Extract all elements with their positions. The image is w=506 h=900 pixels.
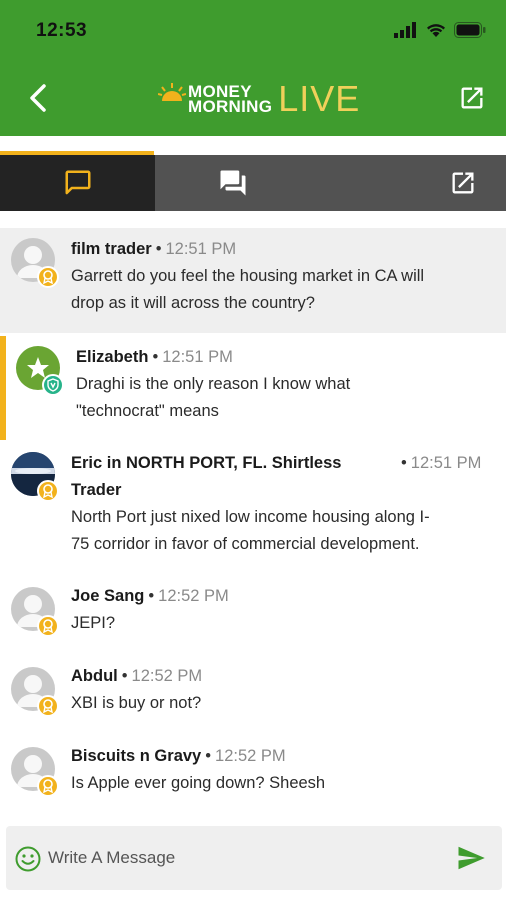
member-badge [37, 775, 59, 797]
open-external-button[interactable] [454, 80, 490, 116]
avatar [11, 747, 59, 797]
separator: • [205, 747, 212, 765]
status-time: 12:53 [36, 20, 88, 41]
avatar [11, 238, 59, 288]
separator: • [148, 587, 155, 605]
chat-feed[interactable]: film trader • 12:51 PM Garrett do you feel… [0, 228, 506, 818]
battery-icon [454, 22, 486, 38]
avatar [16, 346, 64, 396]
sun-logo-icon [158, 83, 186, 101]
message-author[interactable]: Elizabeth [76, 348, 148, 366]
message-author[interactable]: Biscuits n Gravy [71, 747, 201, 765]
moderator-badge [42, 374, 64, 396]
message-text: drop as it will across the country? [71, 294, 315, 312]
message-time: 12:52 PM [158, 587, 229, 605]
chat-message-highlighted: Elizabeth • 12:51 PM Draghi is the only re… [0, 336, 506, 440]
message-input[interactable] [48, 840, 428, 876]
message-text: Is Apple ever going down? Sheesh [71, 774, 326, 792]
tab-qa[interactable] [155, 155, 310, 211]
ribbon-icon [43, 779, 53, 793]
money-morning-live-logo: MONEY MORNING LIVE [158, 75, 360, 123]
ribbon-icon [43, 484, 53, 498]
message-text: Garrett do you feel the housing market i… [71, 267, 425, 285]
message-text: Draghi is the only reason I know what [76, 375, 351, 393]
status-bar: 12:53 [0, 0, 506, 62]
message-text: 75 corridor in favor of commercial devel… [71, 535, 420, 553]
ribbon-icon [43, 619, 53, 633]
avatar [11, 452, 59, 502]
logo-live: LIVE [278, 78, 361, 119]
avatar [11, 587, 59, 637]
status-icons [394, 22, 486, 38]
message-author[interactable]: Abdul [71, 667, 118, 685]
send-icon[interactable] [456, 843, 486, 873]
member-badge [37, 266, 59, 288]
logo-morning: MORNING [188, 97, 273, 116]
chat-bubble-icon [65, 170, 90, 195]
chevron-left-icon [30, 84, 46, 112]
message-author-continued[interactable]: Trader [71, 481, 121, 499]
ribbon-icon [43, 699, 53, 713]
message-time: 12:51 PM [165, 240, 237, 258]
message-author[interactable]: Joe Sang [71, 587, 144, 605]
wifi-icon [427, 24, 445, 37]
forum-icon [220, 170, 245, 196]
message-time: 12:52 PM [131, 667, 203, 685]
message-author[interactable]: Eric in NORTH PORT, FL. Shirtless [71, 454, 341, 472]
chat-message: film trader • 12:51 PM Garrett do you feel… [0, 228, 506, 333]
app-header: MONEY MORNING LIVE [0, 62, 506, 136]
tab-popout[interactable] [420, 155, 506, 211]
avatar [11, 667, 59, 717]
back-button[interactable] [20, 80, 56, 116]
member-badge [37, 480, 59, 502]
message-text: North Port just nixed low income housing… [71, 508, 430, 526]
emoji-icon[interactable] [14, 845, 42, 873]
open-in-new-icon [461, 87, 483, 109]
chat-message: Abdul • 12:52 PM XBI is buy or not? [0, 663, 506, 733]
member-badge [37, 615, 59, 637]
tab-chat[interactable] [0, 155, 155, 211]
open-in-new-icon [452, 172, 474, 194]
chat-message: Biscuits n Gravy • 12:52 PM Is Apple ever … [0, 743, 506, 813]
message-text: "technocrat" means [76, 402, 219, 420]
ribbon-icon [43, 270, 53, 284]
message-text: JEPI? [71, 614, 116, 632]
shield-v-icon [47, 378, 59, 392]
chat-message: Joe Sang • 12:52 PM JEPI? [0, 583, 506, 653]
separator: • [401, 454, 407, 472]
message-time: 12:51 PM [410, 454, 482, 472]
message-author[interactable]: film trader [71, 240, 152, 258]
tab-bar [0, 151, 506, 211]
signal-icon [394, 22, 416, 38]
separator: • [121, 667, 128, 685]
message-text: XBI is buy or not? [71, 694, 202, 712]
message-composer [6, 826, 502, 890]
message-time: 12:51 PM [162, 348, 233, 366]
chat-message: Eric in NORTH PORT, FL. Shirtless • 12:51… [0, 446, 506, 566]
message-time: 12:52 PM [215, 747, 286, 765]
separator: • [155, 240, 162, 258]
separator: • [152, 348, 159, 366]
member-badge [37, 695, 59, 717]
